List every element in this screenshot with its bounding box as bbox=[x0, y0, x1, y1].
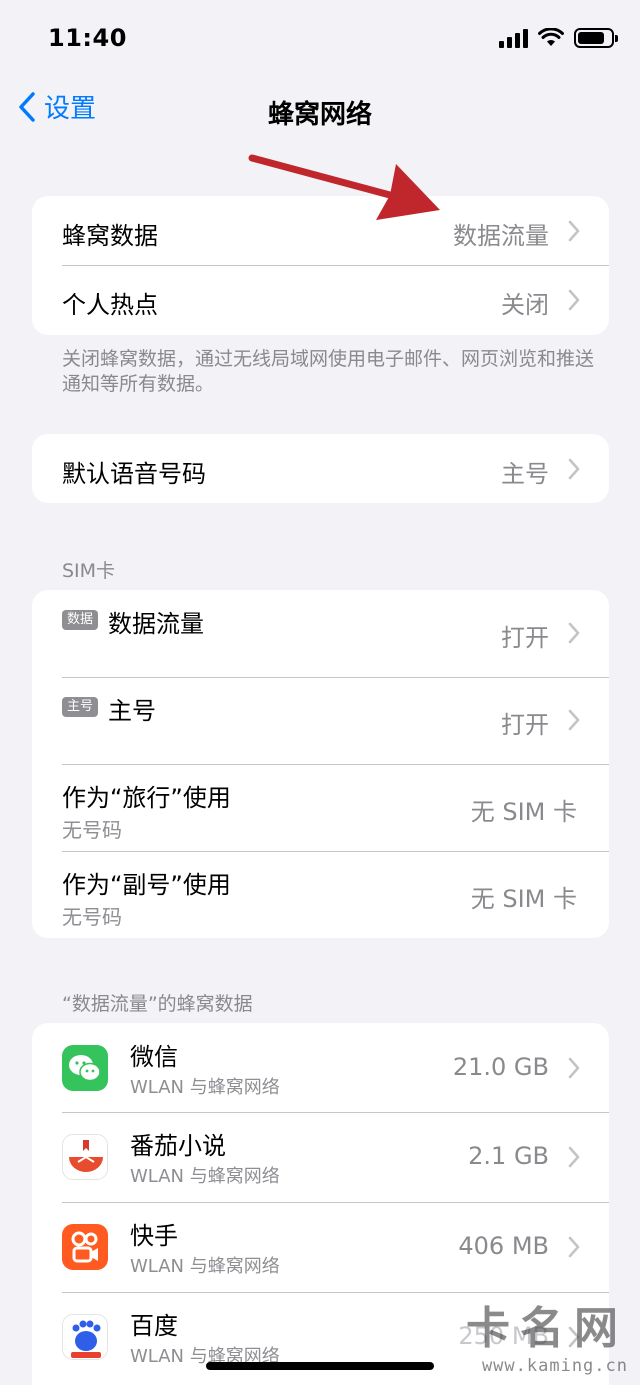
app-subtitle: WLAN 与蜂窝网络 bbox=[130, 1166, 280, 1187]
row-value: 打开 bbox=[501, 711, 549, 739]
watermark-title: 卡名网 bbox=[466, 1303, 628, 1354]
row-subtitle: 无号码 bbox=[62, 818, 122, 842]
chevron-right-icon bbox=[568, 289, 580, 311]
row-value: 数据流量 bbox=[453, 222, 549, 250]
app-row-kuaishou[interactable]: 快手 WLAN 与蜂窝网络 406 MB bbox=[32, 1202, 609, 1292]
row-value: 无 SIM 卡 bbox=[470, 798, 577, 826]
app-usage: 2.1 GB bbox=[468, 1142, 549, 1170]
home-indicator[interactable] bbox=[206, 1362, 434, 1370]
personal-hotspot-row[interactable]: 个人热点 关闭 bbox=[32, 265, 609, 335]
status-icons bbox=[499, 26, 618, 50]
row-value: 无 SIM 卡 bbox=[470, 885, 577, 913]
app-name: 快手 bbox=[130, 1222, 178, 1250]
chevron-right-icon bbox=[568, 622, 580, 644]
page-title: 蜂窝网络 bbox=[267, 100, 372, 130]
row-value: 关闭 bbox=[501, 291, 549, 319]
app-usage-section-header: “数据流量”的蜂窝数据 bbox=[62, 993, 253, 1015]
row-value: 打开 bbox=[501, 624, 549, 652]
chevron-right-icon bbox=[568, 1236, 580, 1258]
app-name: 百度 bbox=[130, 1312, 178, 1340]
watermark: 卡名网 www.kaming.cn bbox=[466, 1292, 628, 1376]
wifi-icon bbox=[538, 28, 564, 46]
sim-section-header: SIM卡 bbox=[62, 560, 116, 582]
battery-icon bbox=[574, 28, 618, 48]
use-as-secondary-row: 作为“副号”使用 无号码 无 SIM 卡 bbox=[32, 851, 609, 938]
watermark-url: www.kaming.cn bbox=[481, 1356, 628, 1376]
cellular-signal-icon bbox=[499, 28, 528, 48]
chevron-right-icon bbox=[568, 458, 580, 480]
app-row-wechat[interactable]: 微信 WLAN 与蜂窝网络 21.0 GB bbox=[32, 1023, 609, 1112]
sim-primary-line-row[interactable]: 主号 主号 打开 bbox=[32, 677, 609, 764]
row-title: 默认语音号码 bbox=[62, 460, 206, 488]
status-bar: 11:40 bbox=[0, 0, 640, 76]
row-title: 作为“副号”使用 bbox=[62, 871, 231, 899]
navigation-bar: 设置 蜂窝网络 bbox=[0, 76, 640, 140]
chevron-right-icon bbox=[568, 1146, 580, 1168]
wechat-icon bbox=[62, 1045, 108, 1091]
row-title: 主号 bbox=[108, 697, 156, 725]
sim-data-line-row[interactable]: 数据 数据流量 打开 bbox=[32, 590, 609, 677]
kuaishou-icon bbox=[62, 1224, 108, 1270]
app-subtitle: WLAN 与蜂窝网络 bbox=[130, 1256, 280, 1277]
sim-badge: 主号 bbox=[62, 697, 99, 717]
cellular-data-footnote: 关闭蜂窝数据，通过无线局域网使用电子邮件、网页浏览和推送通知等所有数据。 bbox=[62, 348, 595, 395]
fanqie-novel-icon bbox=[62, 1134, 108, 1180]
voice-number-group: 默认语音号码 主号 bbox=[32, 434, 609, 503]
app-usage: 406 MB bbox=[458, 1232, 549, 1260]
status-time: 11:40 bbox=[48, 24, 127, 52]
annotation-arrow-icon bbox=[248, 154, 440, 220]
use-as-travel-row: 作为“旅行”使用 无号码 无 SIM 卡 bbox=[32, 764, 609, 851]
app-row-fanqie-novel[interactable]: 番茄小说 WLAN 与蜂窝网络 2.1 GB bbox=[32, 1112, 609, 1202]
baidu-icon bbox=[62, 1314, 108, 1360]
chevron-right-icon bbox=[568, 709, 580, 731]
app-usage: 21.0 GB bbox=[452, 1053, 549, 1081]
row-subtitle: 无号码 bbox=[62, 905, 122, 929]
row-title: 个人热点 bbox=[62, 291, 158, 319]
row-title: 数据流量 bbox=[108, 610, 204, 638]
row-title: 作为“旅行”使用 bbox=[62, 784, 231, 812]
sim-group: 数据 数据流量 打开 主号 主号 打开 作为“旅行”使用 无号码 无 SIM 卡… bbox=[32, 590, 609, 938]
row-title: 蜂窝数据 bbox=[62, 222, 158, 250]
chevron-right-icon bbox=[568, 220, 580, 242]
app-subtitle: WLAN 与蜂窝网络 bbox=[130, 1077, 280, 1098]
default-voice-number-row[interactable]: 默认语音号码 主号 bbox=[32, 434, 609, 503]
app-name: 番茄小说 bbox=[130, 1132, 226, 1160]
chevron-right-icon bbox=[568, 1057, 580, 1079]
row-value: 主号 bbox=[501, 460, 549, 488]
app-name: 微信 bbox=[130, 1043, 178, 1071]
sim-badge: 数据 bbox=[62, 610, 99, 630]
